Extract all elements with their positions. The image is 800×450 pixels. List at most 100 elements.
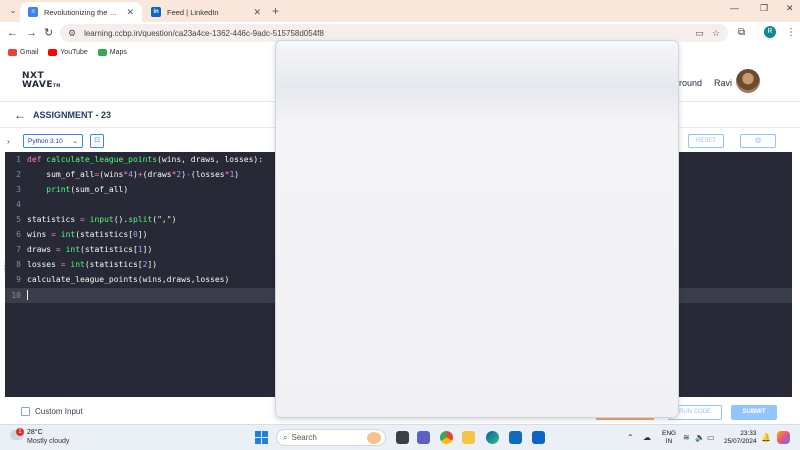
- linkedin-favicon-icon: in: [151, 7, 161, 17]
- close-window-icon[interactable]: ✕: [786, 3, 794, 14]
- chrome-icon[interactable]: [440, 431, 453, 444]
- weather-temperature[interactable]: 28°C: [27, 429, 43, 436]
- reload-icon[interactable]: ↻: [44, 27, 53, 39]
- profile-avatar[interactable]: R: [764, 26, 776, 38]
- copilot-icon[interactable]: [777, 431, 790, 444]
- url-text: learning.ccbp.in/question/ca23a4ce-1362-…: [84, 28, 324, 38]
- code-text: calculate_league_points(wins,draws,losse…: [27, 275, 230, 284]
- line-number: 1: [16, 155, 21, 164]
- file-explorer-icon[interactable]: [462, 431, 475, 444]
- user-name[interactable]: Ravi: [714, 78, 732, 88]
- expand-panel-chevron-icon[interactable]: ›: [7, 137, 10, 146]
- bookmark-label: Gmail: [20, 48, 39, 56]
- bookmark-label: Maps: [109, 48, 127, 56]
- bookmark-youtube[interactable]: YouTube: [48, 48, 88, 56]
- wifi-icon[interactable]: ≋: [683, 433, 690, 442]
- close-tab-icon[interactable]: ✕: [126, 7, 134, 18]
- windows-taskbar: 1 28°C Mostly cloudy ⌕ Search ⌃ ☁ ENG IN…: [0, 424, 800, 450]
- notification-bell-icon[interactable]: 🔔: [761, 433, 771, 442]
- panel-resize-handle[interactable]: ⋮⋮: [1, 262, 9, 284]
- store-icon[interactable]: [509, 431, 522, 444]
- code-text: wins = int(statistics[0]): [27, 230, 148, 239]
- submit-button[interactable]: SUBMIT: [731, 405, 777, 420]
- code-text: draws = int(statistics[1]): [27, 245, 153, 254]
- edge-icon[interactable]: [486, 431, 499, 444]
- code-text: losses = int(statistics[2]): [27, 260, 158, 269]
- extension-popup-overlay[interactable]: [275, 40, 679, 418]
- line-number: 6: [16, 230, 21, 239]
- line-number: 7: [16, 245, 21, 254]
- forward-icon[interactable]: →: [26, 27, 37, 39]
- code-text: statistics = input().split(","): [27, 215, 177, 224]
- back-arrow-icon[interactable]: ←: [14, 108, 26, 122]
- tab-linkedin[interactable]: in Feed | LinkedIn ✕: [143, 2, 269, 22]
- nxtwave-logo[interactable]: NXT WAVETM: [22, 72, 61, 90]
- code-text: def calculate_league_points(wins, draws,…: [27, 155, 264, 164]
- bookmark-star-icon[interactable]: ☆: [712, 28, 720, 39]
- code-text: [27, 289, 28, 302]
- cast-icon[interactable]: ▭: [695, 28, 704, 39]
- maps-icon: [97, 48, 107, 56]
- browser-tab-bar: ⌄ ≡ Revolutionizing the Job Market ✕ in …: [0, 0, 800, 22]
- logo-line2: WAVE: [22, 80, 53, 90]
- settings-gear-icon[interactable]: ⚙: [740, 134, 776, 148]
- line-number: 3: [16, 185, 21, 194]
- system-clock[interactable]: 23:33 25/07/2024: [724, 430, 757, 446]
- weather-description[interactable]: Mostly cloudy: [27, 438, 69, 445]
- custom-input-checkbox[interactable]: [21, 407, 30, 416]
- ccbp-favicon-icon: ≡: [28, 7, 38, 17]
- back-icon[interactable]: ←: [7, 27, 18, 39]
- teams-chat-icon[interactable]: [417, 431, 430, 444]
- code-text: sum_of_all=(wins*4)+(draws*2)-(losses*1): [27, 170, 240, 179]
- bookmark-label: YouTube: [60, 48, 88, 56]
- language-select[interactable]: Python 3.10 ⌄: [23, 134, 83, 148]
- language-code: ENG: [662, 430, 677, 437]
- chrome-menu-icon[interactable]: ⋮: [786, 27, 796, 38]
- tab-title: Revolutionizing the Job Market: [44, 7, 121, 17]
- dell-icon[interactable]: [532, 431, 545, 444]
- weather-badge: 1: [16, 428, 24, 436]
- show-hidden-icons-chevron[interactable]: ⌃: [627, 433, 634, 442]
- assignment-title: ASSIGNMENT - 23: [33, 110, 112, 120]
- site-info-icon[interactable]: ⚙: [68, 28, 76, 39]
- fullscreen-icon[interactable]: ⊡: [90, 134, 104, 148]
- line-number: 10: [11, 291, 21, 300]
- cloud-sync-icon[interactable]: ☁: [643, 433, 651, 442]
- tab-search-icon[interactable]: ⌄: [6, 4, 20, 18]
- close-tab-icon[interactable]: ✕: [253, 7, 261, 18]
- line-number: 5: [16, 215, 21, 224]
- restore-icon[interactable]: ❐: [760, 3, 768, 14]
- search-highlight-icon: [367, 431, 381, 444]
- volume-icon[interactable]: 🔈: [695, 433, 705, 442]
- chevron-down-icon: ⌄: [72, 138, 78, 145]
- input-language[interactable]: ENG IN: [662, 430, 676, 446]
- tab-revolutionizing[interactable]: ≡ Revolutionizing the Job Market ✕: [20, 2, 142, 22]
- line-number: 9: [16, 275, 21, 284]
- taskbar-search[interactable]: ⌕ Search: [276, 429, 386, 446]
- reset-button[interactable]: RESET: [688, 134, 724, 148]
- obscured-button-edge: [596, 418, 654, 420]
- search-icon: ⌕: [283, 432, 288, 442]
- search-placeholder: Search: [291, 433, 317, 442]
- line-number: 2: [16, 170, 21, 179]
- tab-title: Feed | LinkedIn: [167, 7, 219, 17]
- gmail-icon: [8, 48, 17, 56]
- clock-time: 23:33: [740, 430, 757, 437]
- line-number: 4: [16, 200, 21, 209]
- extensions-icon[interactable]: ⧉: [738, 27, 745, 38]
- bookmark-maps[interactable]: Maps: [97, 48, 127, 56]
- new-tab-plus-icon[interactable]: +: [272, 4, 279, 18]
- language-value: Python 3.10: [28, 137, 63, 145]
- user-avatar[interactable]: [736, 69, 760, 93]
- task-view-icon[interactable]: [396, 431, 409, 444]
- battery-icon[interactable]: ▭: [707, 433, 715, 442]
- text-cursor: [27, 289, 28, 300]
- windows-start-icon[interactable]: [255, 431, 268, 444]
- bookmark-gmail[interactable]: Gmail: [8, 48, 39, 56]
- region-code: IN: [665, 438, 673, 445]
- minimize-icon[interactable]: —: [730, 3, 739, 13]
- code-text: print(sum_of_all): [46, 185, 129, 194]
- youtube-icon: [48, 48, 58, 56]
- custom-input-label: Custom Input: [35, 407, 83, 416]
- logo-tm: TM: [53, 83, 61, 88]
